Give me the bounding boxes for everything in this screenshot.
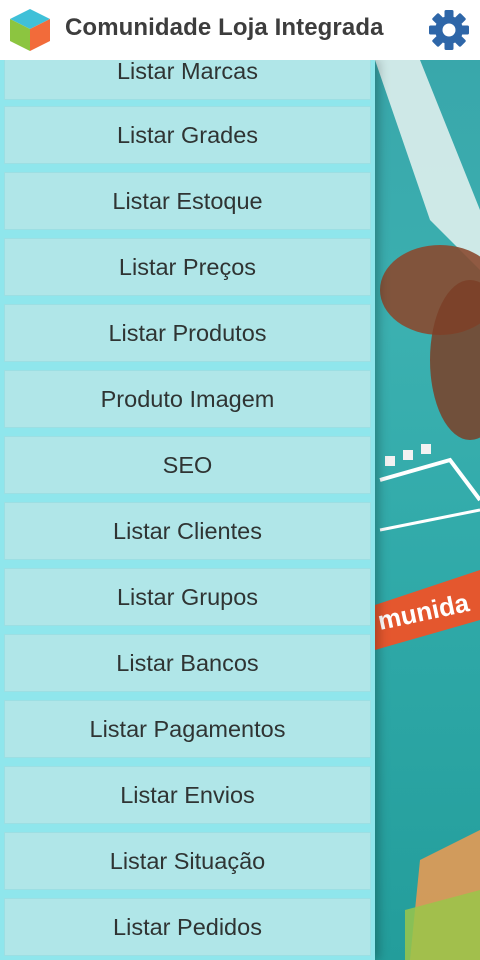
app-title: Comunidade Loja Integrada — [65, 14, 384, 41]
menu-item-listar-envios[interactable]: Listar Envios — [4, 766, 371, 824]
menu-item-listar-clientes[interactable]: Listar Clientes — [4, 502, 371, 560]
app-bar: Comunidade Loja Integrada — [0, 0, 480, 60]
menu-item-listar-marcas[interactable]: Listar Marcas — [4, 60, 371, 100]
menu-item-listar-estoque[interactable]: Listar Estoque — [4, 172, 371, 230]
navigation-drawer: Listar Marcas Listar Grades Listar Estoq… — [0, 60, 375, 960]
menu-item-listar-pagamentos[interactable]: Listar Pagamentos — [4, 700, 371, 758]
menu-item-listar-grades[interactable]: Listar Grades — [4, 106, 371, 164]
gear-icon[interactable] — [428, 9, 470, 51]
cube-logo-icon — [10, 9, 50, 51]
menu-item-seo[interactable]: SEO — [4, 436, 371, 494]
menu-item-produto-imagem[interactable]: Produto Imagem — [4, 370, 371, 428]
menu-item-listar-bancos[interactable]: Listar Bancos — [4, 634, 371, 692]
menu-item-listar-pedidos[interactable]: Listar Pedidos — [4, 898, 371, 956]
menu-item-listar-situacao[interactable]: Listar Situação — [4, 832, 371, 890]
menu-item-listar-grupos[interactable]: Listar Grupos — [4, 568, 371, 626]
menu-item-listar-produtos[interactable]: Listar Produtos — [4, 304, 371, 362]
menu-item-listar-precos[interactable]: Listar Preços — [4, 238, 371, 296]
